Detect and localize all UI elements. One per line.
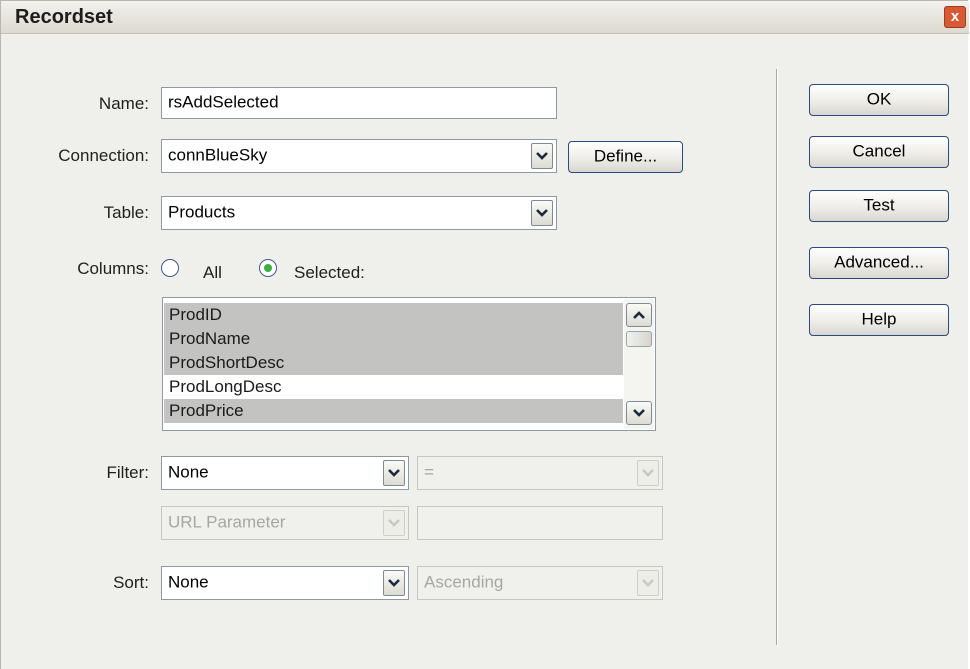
chevron-down-icon[interactable] bbox=[626, 401, 652, 425]
cancel-button-label: Cancel bbox=[852, 141, 906, 161]
chevron-up-icon[interactable] bbox=[626, 303, 652, 327]
list-item[interactable]: ProdID bbox=[164, 303, 623, 327]
ok-button-label: OK bbox=[866, 89, 892, 109]
test-button[interactable]: Test bbox=[809, 190, 949, 222]
close-icon[interactable]: x bbox=[944, 6, 966, 28]
columns-selected-radio[interactable] bbox=[259, 259, 277, 277]
cancel-button[interactable]: Cancel bbox=[809, 136, 949, 168]
columns-label: Columns: bbox=[77, 259, 149, 278]
chevron-down-icon bbox=[637, 460, 659, 486]
table-label: Table: bbox=[103, 203, 149, 222]
filter-param-type-select: URL Parameter bbox=[161, 506, 409, 540]
help-button-label: Help bbox=[861, 309, 897, 329]
sort-select[interactable]: None bbox=[161, 566, 409, 600]
chevron-down-icon[interactable] bbox=[531, 143, 553, 169]
chevron-down-icon bbox=[383, 510, 405, 536]
advanced-button[interactable]: Advanced... bbox=[809, 247, 949, 279]
list-item[interactable]: ProdLongDesc bbox=[164, 375, 623, 399]
name-input-value: rsAddSelected bbox=[168, 92, 279, 112]
columns-selected-label[interactable]: Selected: bbox=[294, 263, 365, 283]
chevron-down-icon[interactable] bbox=[383, 570, 405, 596]
list-item[interactable]: ProdPrice bbox=[164, 399, 623, 423]
connection-select-value: connBlueSky bbox=[168, 145, 268, 165]
recordset-dialog: Recordset x Name: rsAddSelected Connecti… bbox=[0, 0, 969, 669]
help-button[interactable]: Help bbox=[809, 304, 949, 336]
table-select-value: Products bbox=[168, 202, 236, 222]
ok-button[interactable]: OK bbox=[809, 84, 949, 116]
columns-all-label[interactable]: All bbox=[203, 263, 222, 283]
list-item[interactable]: ProdName bbox=[164, 327, 623, 351]
filter-select[interactable]: None bbox=[161, 456, 409, 490]
connection-label: Connection: bbox=[58, 146, 149, 165]
define-button-label: Define... bbox=[593, 146, 658, 166]
filter-operator-select: = bbox=[417, 456, 663, 490]
filter-label: Filter: bbox=[106, 463, 150, 482]
chevron-down-icon[interactable] bbox=[383, 460, 405, 486]
define-button[interactable]: Define... bbox=[568, 141, 683, 173]
filter-operator-value: = bbox=[424, 462, 434, 482]
filter-select-value: None bbox=[168, 462, 209, 482]
sort-order-select: Ascending bbox=[417, 566, 663, 600]
name-label: Name: bbox=[98, 94, 149, 113]
sort-label: Sort: bbox=[113, 573, 149, 592]
columns-all-radio[interactable] bbox=[161, 259, 179, 277]
list-item[interactable]: ProdShortDesc bbox=[164, 351, 623, 375]
connection-select[interactable]: connBlueSky bbox=[161, 139, 557, 173]
sort-select-value: None bbox=[168, 572, 209, 592]
filter-param-type-value: URL Parameter bbox=[168, 512, 286, 532]
sort-order-value: Ascending bbox=[424, 572, 504, 592]
test-button-label: Test bbox=[863, 195, 895, 215]
advanced-button-label: Advanced... bbox=[834, 252, 924, 272]
filter-param-value-input bbox=[417, 506, 663, 540]
scrollbar-thumb[interactable] bbox=[626, 331, 652, 347]
chevron-down-icon bbox=[637, 570, 659, 596]
dialog-title: Recordset bbox=[15, 6, 113, 28]
columns-scrollbar[interactable] bbox=[624, 299, 654, 429]
columns-listbox[interactable]: ProdID ProdName ProdShortDesc ProdLongDe… bbox=[162, 297, 656, 431]
table-select[interactable]: Products bbox=[161, 196, 557, 230]
radio-selected-dot bbox=[264, 264, 272, 272]
name-input[interactable]: rsAddSelected bbox=[161, 87, 557, 119]
title-bar[interactable]: Recordset x bbox=[1, 1, 969, 34]
vertical-divider bbox=[776, 69, 778, 645]
chevron-down-icon[interactable] bbox=[531, 200, 553, 226]
